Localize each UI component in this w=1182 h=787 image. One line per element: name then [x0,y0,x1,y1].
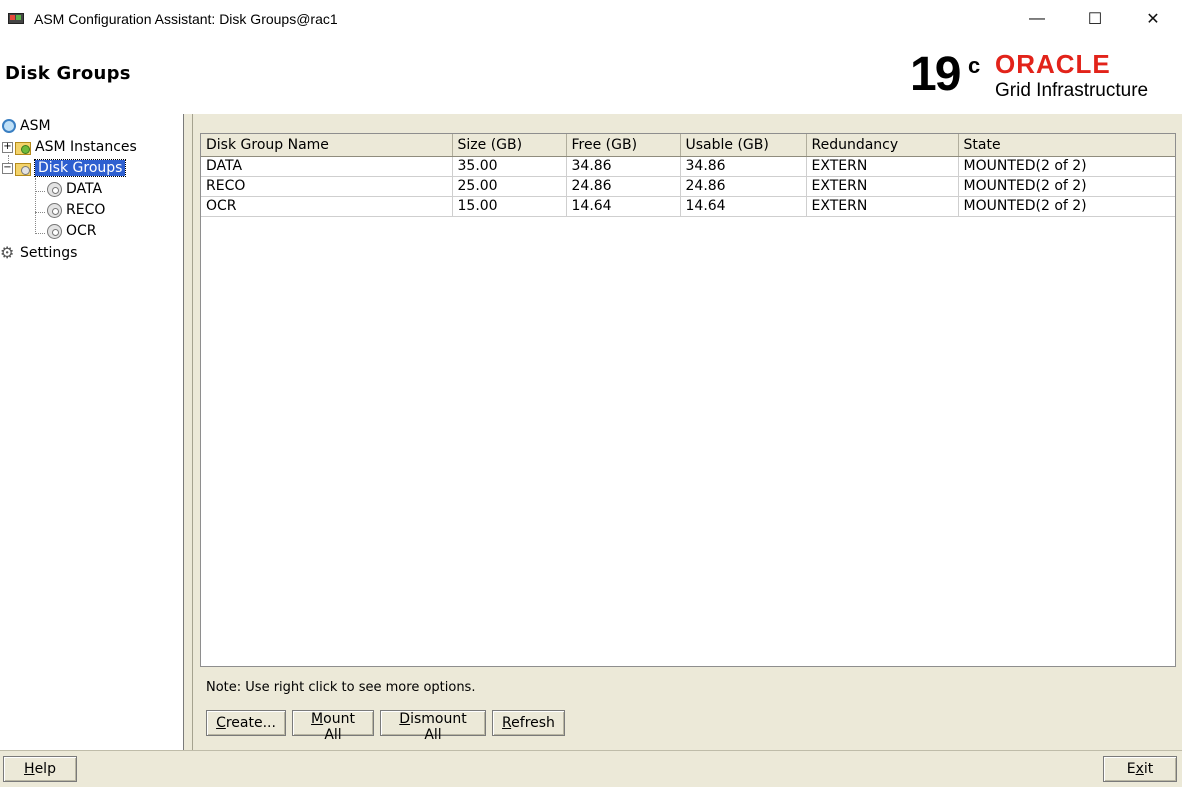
table-cell: 15.00 [452,196,567,217]
tree-item-ocr[interactable]: OCR [47,221,97,241]
page-title: Disk Groups [5,63,131,84]
table-cell: MOUNTED(2 of 2) [958,196,1175,217]
table-cell: EXTERN [806,176,959,197]
column-header[interactable]: Size (GB) [452,134,567,157]
tree-label-settings: Settings [20,245,78,261]
table-cell: 35.00 [452,156,567,177]
asm-icon [2,119,16,133]
table-row[interactable]: RECO 25.00 24.86 24.86 EXTERN MOUNTED(2 … [201,176,1175,197]
column-header[interactable]: Redundancy [806,134,959,157]
table-cell: EXTERN [806,196,959,217]
tree-label-asm-instances: ASM Instances [35,139,137,155]
column-header[interactable]: Free (GB) [566,134,681,157]
window-controls: — ☐ ✕ [1008,0,1182,37]
tree-label-disk-groups: Disk Groups [33,159,127,177]
gear-icon: ⚙ [0,243,15,262]
disk-group-icon [47,181,62,197]
refresh-button[interactable]: Refresh [492,710,565,736]
table-cell: MOUNTED(2 of 2) [958,156,1175,177]
logo-version: 19 [910,48,961,101]
expand-icon[interactable]: + [2,141,13,153]
dismount-all-button[interactable]: Dismount All [380,710,486,743]
create-button[interactable]: Create... [206,710,286,736]
title-bar: ASM Configuration Assistant: Disk Groups… [0,0,1182,37]
tree-item-data[interactable]: DATA [47,179,102,199]
column-header[interactable]: Disk Group Name [201,134,453,157]
tree-item-disk-groups[interactable]: − Disk Groups [2,158,127,178]
collapse-icon[interactable]: − [2,162,13,174]
navigation-tree: ASM + ASM Instances − Disk Groups DATA R… [0,114,184,750]
column-header[interactable]: Usable (GB) [680,134,807,157]
table-header-row: Disk Group Name Size (GB) Free (GB) Usab… [201,134,1175,157]
table-cell: 24.86 [566,176,681,197]
help-button[interactable]: Help [3,756,77,782]
tree-item-asm-instances[interactable]: + ASM Instances [2,137,137,157]
table-cell: 34.86 [566,156,681,177]
mount-all-button[interactable]: Mount All [292,710,374,743]
minimize-button[interactable]: — [1008,0,1066,37]
table-row[interactable]: OCR 15.00 14.64 14.64 EXTERN MOUNTED(2 o… [201,196,1175,217]
panel-splitter[interactable] [185,114,193,750]
tree-item-settings[interactable]: ⚙ Settings [0,243,77,263]
table-row[interactable]: DATA 35.00 34.86 34.86 EXTERN MOUNTED(2 … [201,156,1175,177]
window-title: ASM Configuration Assistant: Disk Groups… [34,10,338,27]
oracle-logo: ORACLE [995,49,1111,79]
logo-version-suffix: c [968,53,981,78]
footer-divider [0,750,1182,751]
table-cell: 14.64 [566,196,681,217]
table-cell: 34.86 [680,156,807,177]
options-note: Note: Use right click to see more option… [206,680,476,695]
table-cell: 14.64 [680,196,807,217]
asm-instances-folder-icon [15,142,31,155]
disk-groups-table[interactable]: Disk Group Name Size (GB) Free (GB) Usab… [200,133,1176,667]
tree-item-asm[interactable]: ASM [2,116,51,136]
column-header[interactable]: State [958,134,1175,157]
disk-groups-folder-icon [15,163,31,176]
product-name: Grid Infrastructure [995,80,1149,101]
tree-label-reco: RECO [66,202,106,218]
exit-button[interactable]: Exit [1103,756,1177,782]
table-cell: RECO [201,176,453,197]
tree-label-asm: ASM [20,118,51,134]
table-cell: 24.86 [680,176,807,197]
tree-item-reco[interactable]: RECO [47,200,105,220]
table-cell: 25.00 [452,176,567,197]
app-icon [8,12,26,26]
table-cell: DATA [201,156,453,177]
tree-label-data: DATA [66,181,103,197]
disk-group-icon [47,202,62,218]
disk-group-icon [47,223,62,239]
close-button[interactable]: ✕ [1124,0,1182,37]
table-cell: EXTERN [806,156,959,177]
table-cell: MOUNTED(2 of 2) [958,176,1175,197]
header: Disk Groups 19 c ORACLE Grid Infrastruct… [0,37,1182,114]
table-cell: OCR [201,196,453,217]
maximize-button[interactable]: ☐ [1066,0,1124,37]
tree-label-ocr: OCR [66,223,97,239]
